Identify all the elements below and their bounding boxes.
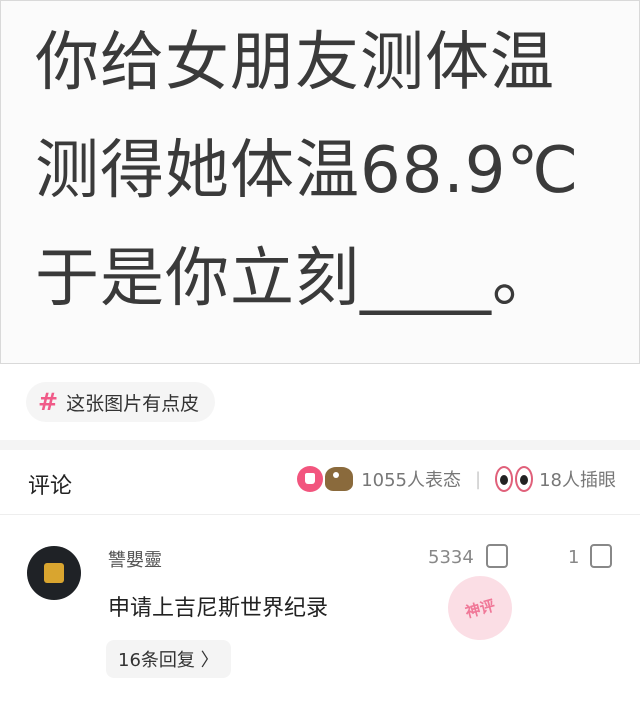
rock-reaction-icon <box>325 467 354 491</box>
god-comment-stamp: 神评 <box>440 568 520 648</box>
comments-header: 评论 1055人表态 | 18人插眼 <box>0 452 640 515</box>
post-text-line-2: 测得她体温68.9℃ <box>35 134 580 208</box>
reactions-count: 1055人表态 <box>361 470 462 491</box>
comment-like-count: 5334 <box>428 547 474 568</box>
eyes-count: 18人插眼 <box>539 470 616 491</box>
eyes-icon <box>495 466 534 492</box>
comment-dislike-count: 1 <box>568 547 580 568</box>
comments-title: 评论 <box>28 474 73 499</box>
comment-item: 讐嬰靈 5334 1 申请上吉尼斯世界纪录 神评 16条回复 〉 <box>0 530 640 701</box>
section-divider <box>0 440 640 450</box>
post-image[interactable]: 你给女朋友测体温 测得她体温68.9℃ 于是你立刻____。 <box>0 0 640 364</box>
comment-username[interactable]: 讐嬰靈 <box>108 546 162 572</box>
post-text-line-3: 于是你立刻____。 <box>35 242 557 316</box>
replies-button[interactable]: 16条回复 〉 <box>106 640 231 678</box>
reactions-summary[interactable]: 1055人表态 | 18人插眼 <box>297 466 616 492</box>
comment-text: 申请上吉尼斯世界纪录 <box>108 596 329 621</box>
thumbs-down-icon[interactable] <box>590 544 612 568</box>
topic-tag-label: 这张图片有点皮 <box>66 392 200 415</box>
like-reaction-icon <box>297 466 324 492</box>
hash-icon: # <box>38 388 59 416</box>
topic-tag[interactable]: # 这张图片有点皮 <box>26 382 216 422</box>
post-text-line-1: 你给女朋友测体温 <box>35 26 555 100</box>
thumbs-up-icon[interactable] <box>486 544 508 568</box>
avatar[interactable] <box>27 546 81 600</box>
divider: | <box>475 468 482 490</box>
